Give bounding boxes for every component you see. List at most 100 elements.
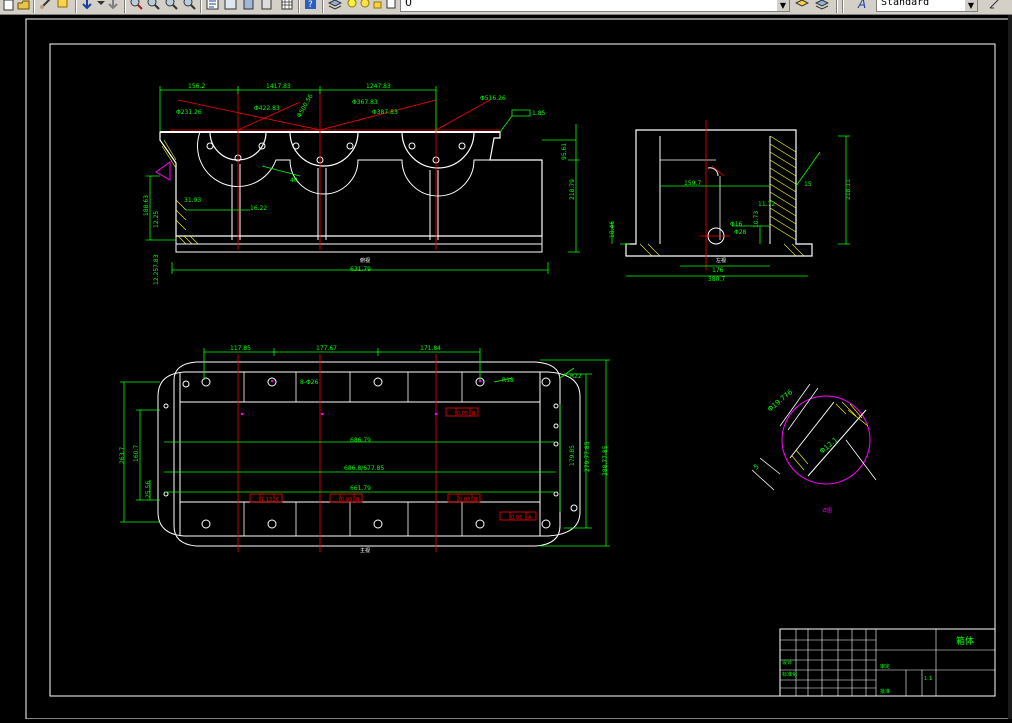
front-dim-top-1: 156.2 <box>188 83 205 90</box>
top-dim-mid-3: 661.79 <box>350 485 371 492</box>
title-scale: 1:1 <box>924 676 932 682</box>
drawing-border-inner <box>49 43 996 697</box>
top-tol-pos-ref-3: B <box>474 497 478 503</box>
top-tol-parallel: 0.05 <box>457 411 468 417</box>
front-dim-circle-6: Φ516.26 <box>480 95 506 102</box>
side-dim-5: 10.73 <box>753 211 760 228</box>
tool-palettes-icon[interactable] <box>242 0 256 11</box>
top-dim-r1: R18 <box>502 377 514 384</box>
layer-manager-icon[interactable] <box>327 0 343 11</box>
dim-style-icon[interactable] <box>988 0 1002 11</box>
front-dim-circle-2: Φ422.83 <box>254 105 280 112</box>
title-cell-3: 审定 <box>880 663 890 670</box>
front-tolerance: 1.85 <box>532 110 546 117</box>
top-tol-pos-3: 0.03 <box>459 497 470 503</box>
side-dim-6: 18.46 <box>609 221 616 238</box>
front-view: 156.2 1417.83 1247.83 Φ231.26 Φ422.83 Φ5… <box>143 83 580 285</box>
title-block-name: 箱体 <box>956 635 974 647</box>
detail-view: Φ19.776 Φ12.1 5 详图 <box>751 383 877 514</box>
side-dim-3: Φ16 <box>730 221 743 228</box>
chevron-down-icon[interactable]: ▼ <box>965 0 977 11</box>
front-dim-inner-3: 40 <box>290 177 298 184</box>
top-dim-1: 117.85 <box>230 345 251 352</box>
front-dim-left-1: 188.63 <box>143 195 150 216</box>
side-dim-1: 159.7 <box>684 180 701 187</box>
top-dim-2: 177.67 <box>316 345 337 352</box>
layer-state-icon[interactable] <box>814 0 830 11</box>
zoom-extents-icon[interactable] <box>182 0 196 11</box>
text-style-dropdown[interactable]: Standard ▼ <box>876 0 978 12</box>
top-dim-left-2: 160.7 <box>133 445 140 462</box>
model-space-canvas[interactable]: 156.2 1417.83 1247.83 Φ231.26 Φ422.83 Φ5… <box>0 15 1012 720</box>
layer-freeze-icon[interactable] <box>358 0 372 11</box>
top-dim-r2: R22 <box>570 373 582 380</box>
layer-previous-icon[interactable] <box>794 0 810 11</box>
new-icon[interactable] <box>1 0 15 11</box>
calculator-icon[interactable] <box>280 0 294 11</box>
top-tol-pos-2: 0.03 <box>341 497 352 503</box>
top-dim-right-3: 388.77.85 <box>602 445 609 476</box>
front-dim-right-2: 218.79 <box>569 179 576 200</box>
zoom-previous-icon[interactable] <box>164 0 178 11</box>
top-tol-flat-ref: A <box>528 515 532 521</box>
layer-color-icon[interactable] <box>384 0 398 11</box>
detail-dim-3: 5 <box>752 463 761 472</box>
vertical-scrollbar-edge[interactable] <box>1008 15 1012 719</box>
front-dim-circle-3: Φ500.56 <box>296 93 315 119</box>
title-cell-4: 批准 <box>880 688 890 695</box>
top-view-label: 主视 <box>360 547 370 554</box>
front-dim-top-3: 1247.83 <box>366 83 391 90</box>
front-dim-right-1: 95.61 <box>561 143 568 160</box>
top-view: 117.85 177.67 171.84 8-Φ26 R18 R22 263.7… <box>119 345 610 554</box>
side-dim-9: 176 <box>712 267 724 274</box>
standard-toolbar: ? 0 ▼ A Standard ▼ <box>0 0 1012 15</box>
zoom-realtime-icon[interactable] <box>129 0 143 11</box>
layer-lock-icon[interactable] <box>371 0 385 11</box>
top-tol-pos-1: 1.13 <box>261 497 272 503</box>
chevron-down-icon[interactable]: ▼ <box>777 0 789 11</box>
undo-icon[interactable] <box>80 0 94 11</box>
drawing-border-outer <box>25 18 1012 720</box>
top-tol-flat: 0.03 <box>511 515 522 521</box>
design-center-icon[interactable] <box>224 0 238 11</box>
front-dim-inner-2: 16.22 <box>250 205 267 212</box>
front-dim-bottom: 631.79 <box>350 266 371 273</box>
detail-view-label: 详图 <box>822 507 832 514</box>
front-view-label: 俯视 <box>360 257 370 264</box>
side-dim-7: 218.11 <box>845 179 852 200</box>
layer-on-icon[interactable] <box>345 0 359 11</box>
svg-text:A: A <box>857 0 866 11</box>
top-dim-mid-2: 686.8/677.85 <box>344 465 384 472</box>
title-cell-1: 设计 <box>782 659 792 666</box>
front-dim-top-2: 1417.83 <box>266 83 291 90</box>
top-dim-hole: 8-Φ26 <box>300 379 319 386</box>
title-block: 设计 标准化 审定 批准 1:1 箱体 <box>779 628 996 697</box>
front-dim-inner-1: 31.93 <box>184 197 201 204</box>
match-properties-icon[interactable] <box>56 0 70 11</box>
front-dim-left-3: 12.257.83 <box>153 254 160 285</box>
redo-icon[interactable] <box>106 0 120 11</box>
layer-dropdown[interactable]: 0 ▼ <box>400 0 790 12</box>
top-dim-right-2: 279.77.85 <box>584 441 591 472</box>
front-dim-left-2: 12.25 <box>153 211 160 228</box>
top-tol-pos-ref-1: C <box>276 497 280 503</box>
side-dim-8: 15 <box>804 181 812 188</box>
side-view-label: 左视 <box>716 257 726 264</box>
front-dim-circle-1: Φ231.26 <box>176 109 202 116</box>
open-icon[interactable] <box>17 0 31 11</box>
properties-icon[interactable] <box>206 0 220 11</box>
top-dim-right-1: 179.85 <box>569 445 576 466</box>
pan-icon[interactable] <box>38 0 52 11</box>
side-view: 159.7 11.72 Φ16 Φ28 10.73 18.46 218.11 1… <box>609 120 852 283</box>
detail-dim-1: Φ19.776 <box>766 388 795 414</box>
text-style-icon[interactable]: A <box>857 0 871 11</box>
front-dim-circle-4: Φ367.83 <box>352 99 378 106</box>
zoom-window-icon[interactable] <box>146 0 160 11</box>
top-dim-left-3: 25.56 <box>145 481 152 498</box>
side-dim-10: 380.7 <box>708 276 725 283</box>
layer-dropdown-value: 0 <box>405 0 412 9</box>
help-icon[interactable]: ? <box>304 0 318 11</box>
text-style-value: Standard <box>881 0 930 8</box>
sheet-set-icon[interactable] <box>260 0 274 11</box>
front-dim-circle-5: Φ387.83 <box>372 109 398 116</box>
